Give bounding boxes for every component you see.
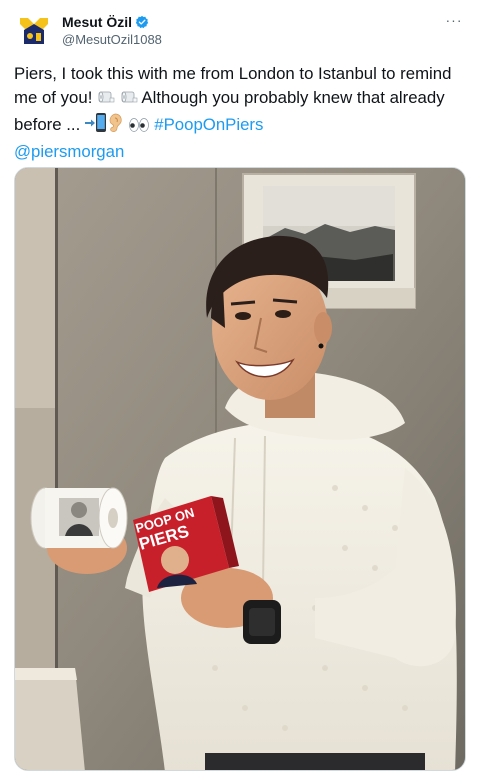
ear-emoji-icon xyxy=(107,113,123,140)
tweet-header: Mesut Özil @MesutOzil1088 ··· xyxy=(14,10,464,50)
mo-logo-avatar-icon xyxy=(14,10,54,50)
toilet-paper-emoji-icon xyxy=(120,88,138,113)
avatar[interactable] xyxy=(14,10,54,50)
mention-link[interactable]: @piersmorgan xyxy=(14,142,124,161)
arrow-right-phone-emoji-icon xyxy=(84,113,107,140)
photo-illustration: POOP ON PIERS xyxy=(15,168,465,770)
verified-badge-icon xyxy=(135,15,149,29)
tweet-photo[interactable]: POOP ON PIERS xyxy=(14,167,466,771)
more-options-icon[interactable]: ··· xyxy=(444,12,464,28)
toilet-roll-white xyxy=(30,487,128,549)
hashtag-link[interactable]: #PoopOnPiers xyxy=(154,115,263,134)
tweet-card: Mesut Özil @MesutOzil1088 ··· Piers, I t… xyxy=(0,0,478,771)
author-display-name[interactable]: Mesut Özil xyxy=(62,14,132,30)
eyes-emoji-icon xyxy=(128,116,150,140)
author-handle[interactable]: @MesutOzil1088 xyxy=(62,32,162,47)
author-info: Mesut Özil @MesutOzil1088 xyxy=(62,13,162,47)
toilet-paper-emoji-icon xyxy=(97,88,115,113)
tweet-text: Piers, I took this with me from London t… xyxy=(14,62,466,164)
